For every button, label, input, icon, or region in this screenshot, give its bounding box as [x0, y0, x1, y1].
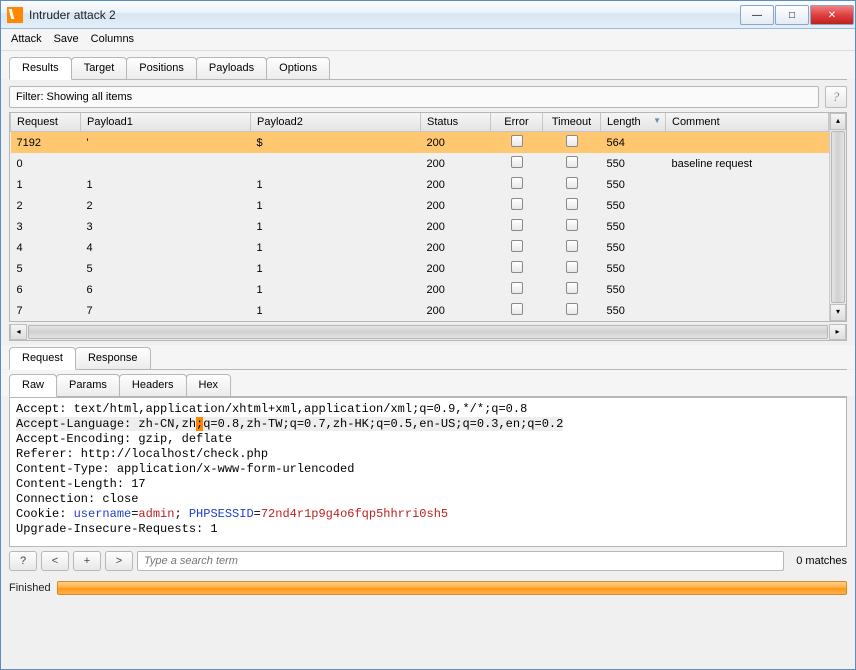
timeout-checkbox[interactable] — [566, 261, 578, 273]
format-tabs: Raw Params Headers Hex — [1, 370, 855, 396]
raw-line: Cookie: username=admin; PHPSESSID=72nd4r… — [16, 507, 840, 522]
error-checkbox[interactable] — [511, 177, 523, 189]
close-button[interactable]: ✕ — [810, 5, 854, 25]
tab-hex[interactable]: Hex — [186, 374, 232, 396]
tab-headers[interactable]: Headers — [119, 374, 187, 396]
raw-line: Upgrade-Insecure-Requests: 1 — [16, 522, 840, 537]
error-checkbox[interactable] — [511, 135, 523, 147]
search-prev-button[interactable]: < — [41, 551, 69, 571]
menu-columns[interactable]: Columns — [91, 33, 134, 46]
menu-attack[interactable]: Attack — [11, 33, 42, 46]
timeout-checkbox[interactable] — [566, 156, 578, 168]
col-request[interactable]: Request — [11, 113, 81, 132]
error-checkbox[interactable] — [511, 198, 523, 210]
tab-positions[interactable]: Positions — [126, 57, 197, 79]
filter-row: Filter: Showing all items ? — [9, 86, 847, 108]
raw-line: Content-Type: application/x-www-form-url… — [16, 462, 840, 477]
table-row[interactable]: 441200550 — [11, 237, 829, 258]
minimize-button[interactable]: — — [740, 5, 774, 25]
table-row[interactable]: 0200550baseline request — [11, 153, 829, 174]
results-table-wrap: Request Payload1 Payload2 Status Error T… — [9, 112, 847, 322]
tab-request[interactable]: Request — [9, 347, 76, 370]
status-text: Finished — [9, 582, 51, 594]
scroll-left-icon[interactable]: ◂ — [10, 324, 27, 340]
menu-save[interactable]: Save — [54, 33, 79, 46]
error-checkbox[interactable] — [511, 219, 523, 231]
scroll-down-icon[interactable]: ▾ — [830, 304, 846, 321]
timeout-checkbox[interactable] — [566, 219, 578, 231]
window-title: Intruder attack 2 — [29, 8, 116, 22]
search-input[interactable] — [137, 551, 784, 571]
col-payload2[interactable]: Payload2 — [251, 113, 421, 132]
scroll-right-icon[interactable]: ▸ — [829, 324, 846, 340]
filter-box[interactable]: Filter: Showing all items — [9, 86, 819, 108]
raw-line: Connection: close — [16, 492, 840, 507]
main-tabs: Results Target Positions Payloads Option… — [1, 51, 855, 79]
scroll-thumb[interactable] — [831, 131, 845, 303]
error-checkbox[interactable] — [511, 303, 523, 315]
raw-line: Referer: http://localhost/check.php — [16, 447, 840, 462]
search-bar: ? < + > 0 matches — [9, 551, 847, 571]
col-comment[interactable]: Comment — [666, 113, 829, 132]
raw-line: Accept: text/html,application/xhtml+xml,… — [16, 402, 840, 417]
search-help-button[interactable]: ? — [9, 551, 37, 571]
app-icon — [7, 7, 23, 23]
col-status[interactable]: Status — [421, 113, 491, 132]
col-error[interactable]: Error — [491, 113, 543, 132]
table-row[interactable]: 331200550 — [11, 216, 829, 237]
detail-tabs: Request Response — [1, 345, 855, 369]
timeout-checkbox[interactable] — [566, 240, 578, 252]
hscroll-thumb[interactable] — [28, 325, 828, 339]
scroll-up-icon[interactable]: ▴ — [830, 113, 846, 130]
results-table: Request Payload1 Payload2 Status Error T… — [10, 113, 829, 321]
timeout-checkbox[interactable] — [566, 282, 578, 294]
table-row[interactable]: 221200550 — [11, 195, 829, 216]
timeout-checkbox[interactable] — [566, 303, 578, 315]
raw-line — [16, 537, 840, 547]
raw-line: Accept-Language: zh-CN,zh;q=0.8,zh-TW;q=… — [16, 417, 840, 432]
table-row[interactable]: 771200550 — [11, 300, 829, 321]
error-checkbox[interactable] — [511, 282, 523, 294]
col-length[interactable]: Length — [601, 113, 666, 132]
help-button[interactable]: ? — [825, 86, 847, 108]
tab-options[interactable]: Options — [266, 57, 330, 79]
window-controls: — □ ✕ — [740, 4, 855, 25]
progress-bar — [57, 581, 847, 595]
horizontal-scrollbar[interactable]: ◂ ▸ — [9, 324, 847, 341]
menu-bar: Attack Save Columns — [1, 29, 855, 51]
tab-target[interactable]: Target — [71, 57, 128, 79]
col-timeout[interactable]: Timeout — [543, 113, 601, 132]
vertical-scrollbar[interactable]: ▴ ▾ — [829, 113, 846, 321]
error-checkbox[interactable] — [511, 261, 523, 273]
tab-response[interactable]: Response — [75, 347, 151, 369]
search-next-button[interactable]: > — [105, 551, 133, 571]
matches-count: 0 matches — [796, 555, 847, 567]
timeout-checkbox[interactable] — [566, 198, 578, 210]
tab-raw[interactable]: Raw — [9, 374, 57, 397]
col-payload1[interactable]: Payload1 — [81, 113, 251, 132]
tab-payloads[interactable]: Payloads — [196, 57, 267, 79]
table-row[interactable]: 551200550 — [11, 258, 829, 279]
table-row[interactable]: 7192'$200564 — [11, 132, 829, 154]
table-row[interactable]: 661200550 — [11, 279, 829, 300]
table-row[interactable]: 111200550 — [11, 174, 829, 195]
maximize-button[interactable]: □ — [775, 5, 809, 25]
timeout-checkbox[interactable] — [566, 177, 578, 189]
error-checkbox[interactable] — [511, 240, 523, 252]
raw-request-view[interactable]: Accept: text/html,application/xhtml+xml,… — [9, 397, 847, 547]
tab-params[interactable]: Params — [56, 374, 120, 396]
footer: Finished — [9, 581, 847, 595]
search-add-button[interactable]: + — [73, 551, 101, 571]
raw-line: Accept-Encoding: gzip, deflate — [16, 432, 840, 447]
timeout-checkbox[interactable] — [566, 135, 578, 147]
raw-line: Content-Length: 17 — [16, 477, 840, 492]
tab-results[interactable]: Results — [9, 57, 72, 80]
title-bar: Intruder attack 2 — □ ✕ — [1, 1, 855, 29]
error-checkbox[interactable] — [511, 156, 523, 168]
